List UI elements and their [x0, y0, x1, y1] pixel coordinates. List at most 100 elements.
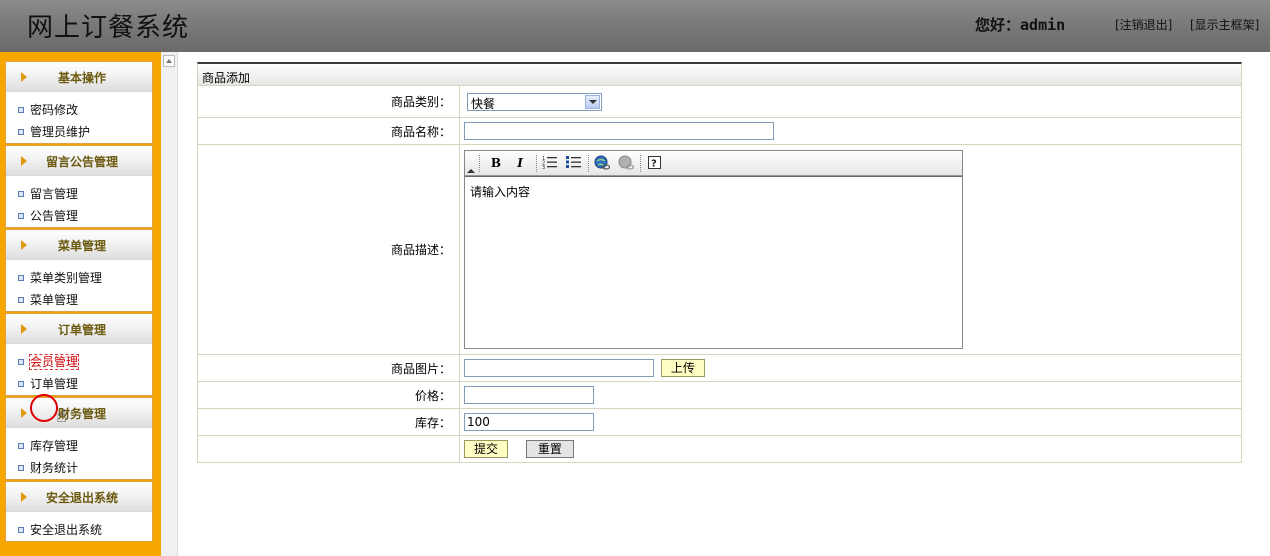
panel-safe-exit: 安全退出系统 安全退出系统 [5, 481, 153, 542]
greeting: 您好：admin [975, 14, 1065, 35]
panel-menu-management: 菜单管理 菜单类别管理 菜单管理 [5, 229, 153, 312]
row-name: 商品名称： [197, 117, 1242, 145]
name-label: 商品名称： [197, 117, 460, 145]
panel-header[interactable]: 财务管理 [6, 398, 152, 428]
frame-scrollbar[interactable] [161, 52, 178, 556]
remove-link-icon[interactable] [617, 155, 635, 172]
stock-label: 库存： [197, 408, 460, 436]
unordered-list-icon[interactable] [565, 155, 583, 172]
category-label: 商品类别： [197, 85, 460, 118]
bullet-icon [18, 213, 24, 219]
sidebar-item-announcements[interactable]: 公告管理 [6, 205, 152, 227]
panel-title: 基本操作 [57, 71, 106, 85]
help-icon[interactable]: ? [646, 155, 664, 172]
click-highlight-ring [30, 394, 58, 422]
panel-basic-operations: 基本操作 密码修改 管理员维护 [5, 61, 153, 144]
panel-title: 订单管理 [57, 323, 106, 337]
category-selected-value: 快餐 [471, 96, 496, 111]
sidebar-item-finance-stats[interactable]: 财务统计 [6, 457, 152, 479]
sidebar-item-label: 库存管理 [30, 439, 79, 453]
bullet-icon [18, 527, 24, 533]
bullet-icon [18, 465, 24, 471]
sidebar-item-label: 菜单管理 [30, 293, 79, 307]
panel-header[interactable]: 基本操作 [6, 62, 152, 92]
price-label: 价格： [197, 381, 460, 409]
row-image: 商品图片： 上传 [197, 354, 1242, 382]
scroll-up-icon[interactable] [163, 55, 175, 67]
upload-button[interactable]: 上传 [660, 359, 705, 377]
editor-toolbar: B I 123 ? [465, 151, 962, 176]
reset-button[interactable]: 重置 [525, 440, 574, 458]
ordered-list-icon[interactable]: 123 [541, 155, 559, 172]
bullet-icon [18, 381, 24, 387]
description-editor-area[interactable]: 请输入内容 [465, 176, 962, 348]
category-select[interactable]: 快餐 [467, 92, 602, 111]
sidebar-item-label: 管理员维护 [30, 125, 91, 139]
product-name-input[interactable] [464, 122, 774, 140]
image-label: 商品图片： [197, 354, 460, 382]
greeting-prefix: 您好： [975, 16, 1021, 34]
bullet-icon [18, 191, 24, 197]
product-add-form: 商品添加 商品类别： 快餐 商品名称： 商品描述： B I 1 2 3 ? 请输… [197, 62, 1242, 463]
chevron-down-icon[interactable] [585, 94, 600, 109]
sidebar-item-admin-maintenance[interactable]: 管理员维护 [6, 121, 152, 143]
row-actions: 提交 重置 [197, 435, 1242, 463]
show-main-frame-link[interactable]: [显示主框架] [1190, 16, 1259, 33]
sidebar-item-orders[interactable]: 订单管理 [6, 373, 152, 395]
bullet-icon [18, 359, 24, 365]
hand-cursor-icon: ☝ [56, 406, 67, 427]
panel-title: 安全退出系统 [45, 491, 118, 505]
panel-finance-management: 财务管理 库存管理 财务统计 [5, 397, 153, 480]
panel-title: 菜单管理 [57, 239, 106, 253]
bullet-icon [18, 107, 24, 113]
stock-input[interactable]: 100 [464, 413, 594, 431]
sidebar-item-label: 留言管理 [30, 187, 79, 201]
italic-icon[interactable]: I [511, 155, 529, 172]
sidebar-item-menus[interactable]: 菜单管理 [6, 289, 152, 311]
toolbar-collapse-icon[interactable] [467, 169, 475, 173]
bullet-icon [18, 275, 24, 281]
sidebar-item-members[interactable]: 会员管理 [6, 351, 152, 373]
svg-text:3: 3 [542, 165, 545, 169]
panel-header[interactable]: 安全退出系统 [6, 482, 152, 512]
panel-order-management: 订单管理 会员管理 订单管理 [5, 313, 153, 396]
submit-button[interactable]: 提交 [464, 440, 508, 458]
sidebar-item-inventory[interactable]: 库存管理 [6, 435, 152, 457]
bullet-icon [18, 443, 24, 449]
bold-icon[interactable]: B [487, 155, 505, 172]
svg-text:?: ? [651, 159, 657, 170]
panel-title: 留言公告管理 [45, 155, 118, 169]
insert-link-icon[interactable] [593, 155, 611, 172]
price-input[interactable] [464, 386, 594, 404]
sidebar-item-messages[interactable]: 留言管理 [6, 183, 152, 205]
sidebar-item-label: 密码修改 [30, 103, 79, 117]
panel-header[interactable]: 菜单管理 [6, 230, 152, 260]
description-label: 商品描述： [197, 144, 460, 355]
panel-title: 财务管理 [57, 407, 106, 421]
sidebar-item-change-password[interactable]: 密码修改 [6, 99, 152, 121]
sidebar-item-label: 菜单类别管理 [30, 271, 103, 285]
logout-link[interactable]: [注销退出] [1115, 16, 1172, 33]
sidebar-item-label: 公告管理 [30, 209, 79, 223]
image-path-input[interactable] [464, 359, 654, 377]
sidebar-item-label: 会员管理 [28, 354, 80, 370]
panel-header[interactable]: 留言公告管理 [6, 146, 152, 176]
app-title: 网上订餐系统 [27, 13, 190, 43]
row-price: 价格： [197, 381, 1242, 409]
form-table: 商品类别： 快餐 商品名称： 商品描述： B I 1 2 3 ? 请输入内容 商… [197, 85, 1242, 463]
sidebar-item-menu-categories[interactable]: 菜单类别管理 [6, 267, 152, 289]
sidebar-item-label: 安全退出系统 [30, 523, 103, 537]
sidebar-item-safe-exit[interactable]: 安全退出系统 [6, 519, 152, 541]
username: admin [1020, 16, 1066, 34]
form-heading: 商品添加 [197, 62, 1242, 85]
top-header: 网上订餐系统 您好：admin [注销退出] [显示主框架] [0, 0, 1270, 52]
sidebar-item-label: 财务统计 [30, 461, 79, 475]
bullet-icon [18, 297, 24, 303]
panel-messages-announcements: 留言公告管理 留言管理 公告管理 [5, 145, 153, 228]
rich-text-editor: B I 123 ? 请输入内容 [464, 150, 963, 349]
row-category: 商品类别： 快餐 [197, 85, 1242, 118]
sidebar: 基本操作 密码修改 管理员维护 留言公告管理 留言管理 公告管理 菜单管理 菜单… [0, 52, 161, 556]
row-description: 商品描述： B I 123 ? 请输入内容 [197, 144, 1242, 355]
panel-header[interactable]: 订单管理 [6, 314, 152, 344]
row-stock: 库存： 100 [197, 408, 1242, 436]
